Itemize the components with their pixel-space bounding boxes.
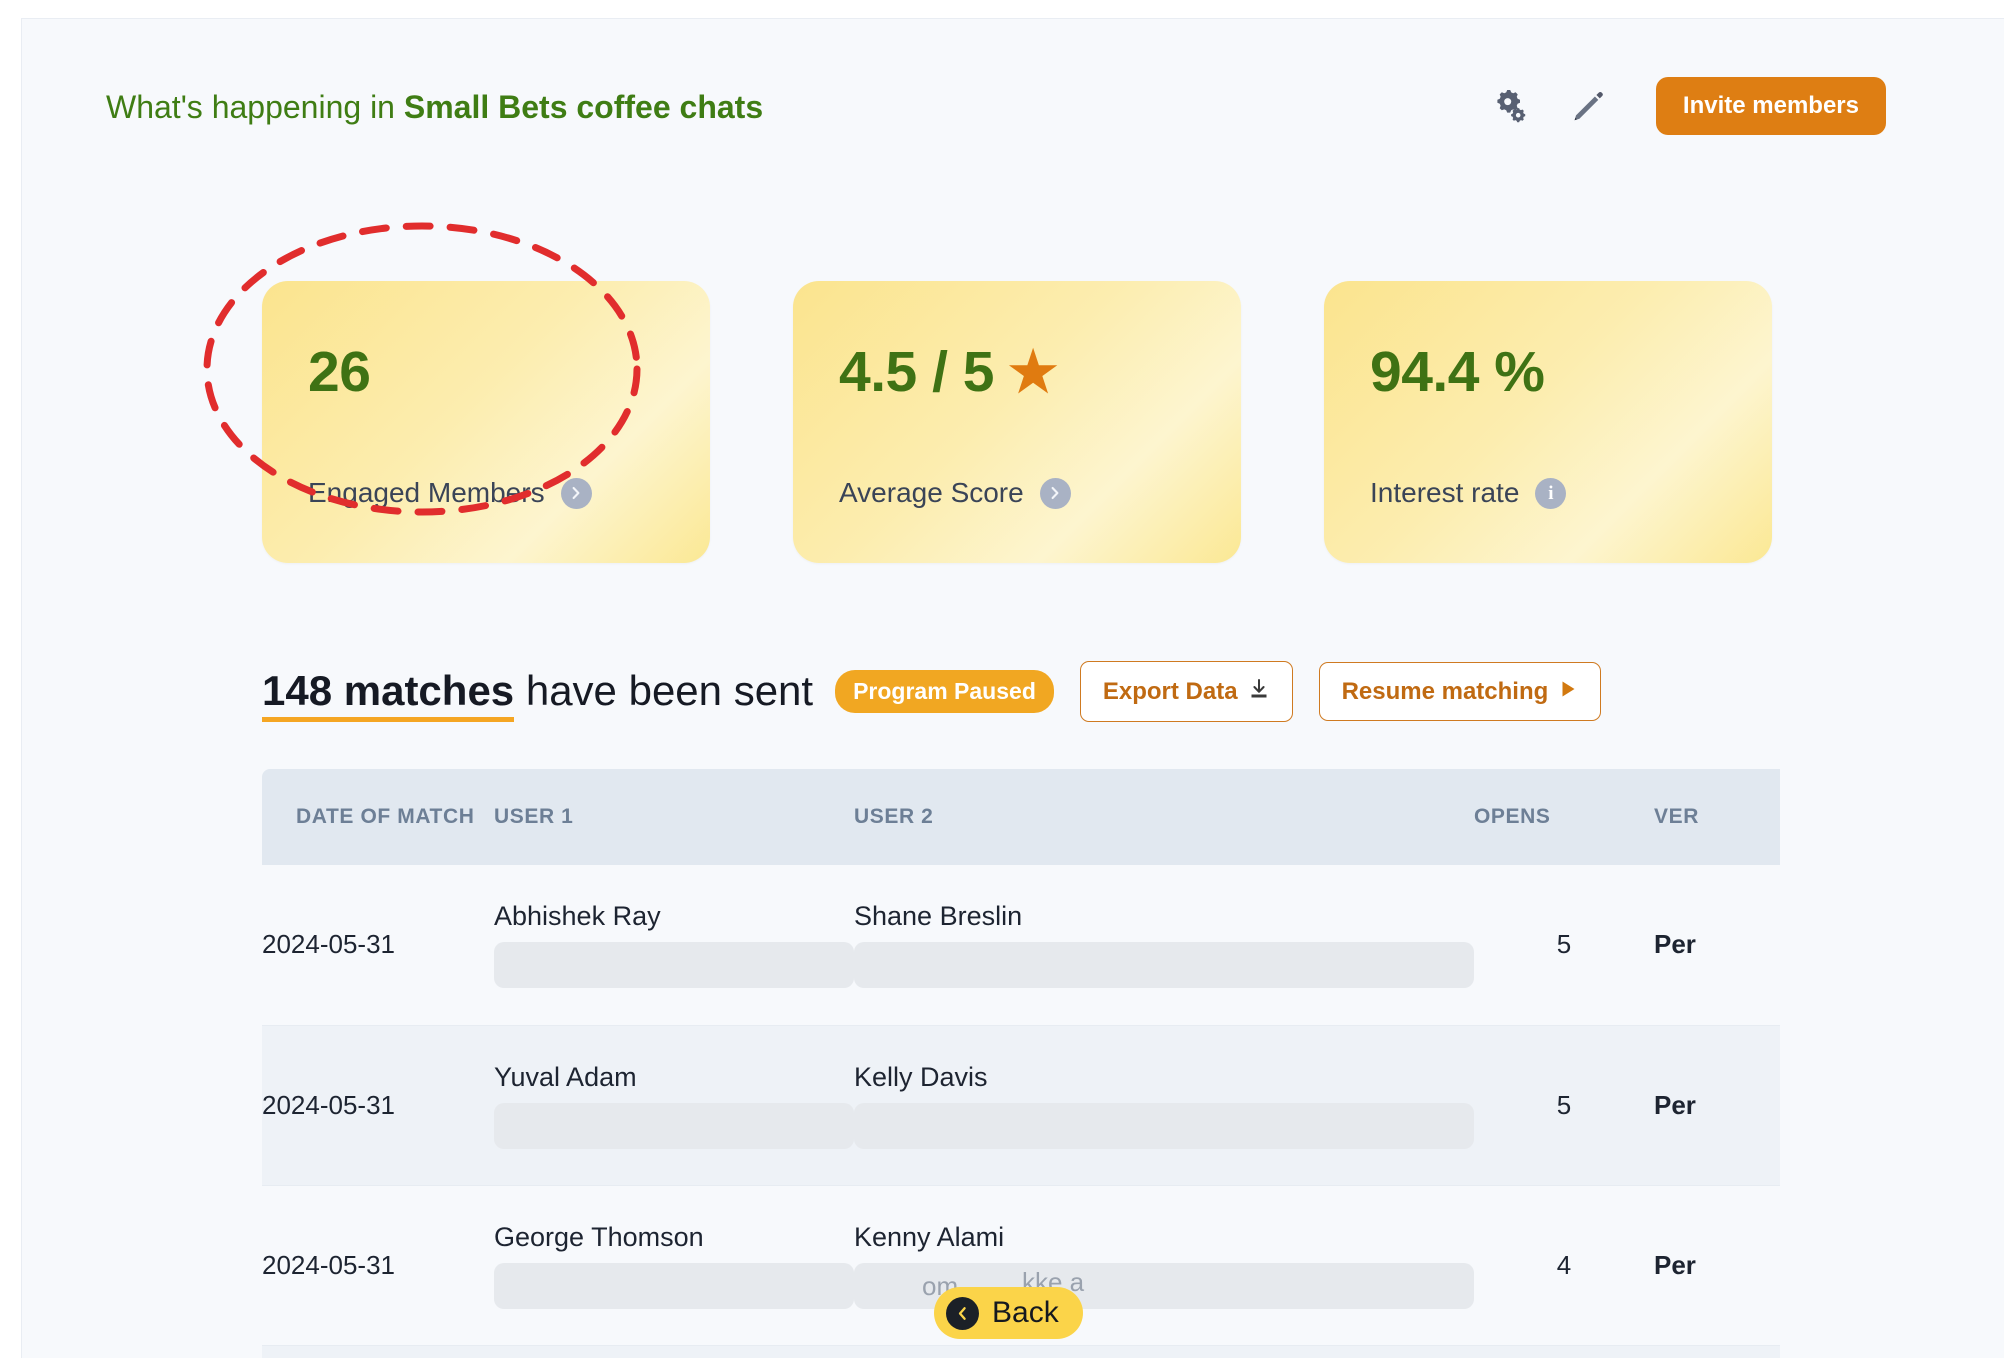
export-data-label: Export Data <box>1102 677 1238 705</box>
cell-opens: 4 <box>1556 1249 1572 1280</box>
user1-redacted-bar <box>494 1102 854 1149</box>
cell-status: Per <box>1654 1089 1696 1120</box>
column-header-opens[interactable]: OPENS <box>1474 769 1654 865</box>
stat-card-interest-rate[interactable]: 94.4 % Interest rate i <box>1324 281 1772 563</box>
user2-name: Kenny Alami <box>854 1221 1005 1252</box>
export-data-button[interactable]: Export Data <box>1079 661 1293 722</box>
stat-value: 26 <box>308 339 371 405</box>
user2-name: Shane Breslin <box>854 901 1023 932</box>
status-badge: Program Paused <box>835 670 1054 713</box>
stat-label-row: Engaged Members <box>308 477 592 509</box>
stat-value: 94.4 % <box>1370 339 1545 405</box>
cell-status: Per <box>1654 1249 1696 1280</box>
cell-user2: Kelly Davis <box>854 1025 1474 1185</box>
info-circle-icon[interactable]: i <box>1535 477 1567 509</box>
cell-user1: George Thomson <box>494 1185 854 1345</box>
invite-members-button[interactable]: Invite members <box>1655 77 1886 135</box>
gears-icon[interactable] <box>1488 84 1532 128</box>
stat-label-row: Average Score <box>839 477 1071 509</box>
user1-name: Yuval Adam <box>494 1061 637 1092</box>
cell-user1 <box>494 1345 854 1358</box>
chevron-left-circle-icon <box>946 1296 979 1330</box>
cell-user1: Yuval Adam <box>494 1025 854 1185</box>
stat-cards: 26 Engaged Members 4.5 / 5 ★ Average Sco… <box>262 281 1772 563</box>
cell-user1: Abhishek Ray <box>494 865 854 1025</box>
cell-user2 <box>854 1345 1474 1358</box>
cell-date: 2024-05-31 <box>262 929 395 960</box>
stat-label-text: Engaged Members <box>308 477 545 508</box>
play-icon <box>1558 679 1578 704</box>
user2-name: Kelly Davis <box>854 1061 988 1092</box>
matches-table-container[interactable]: DATE OF MATCH USER 1 USER 2 OPENS VER 20… <box>262 769 1780 1358</box>
stat-card-average-score[interactable]: 4.5 / 5 ★ Average Score <box>793 281 1241 563</box>
user1-name: Abhishek Ray <box>494 901 661 932</box>
stat-number: 94.4 % <box>1370 340 1545 404</box>
matches-table: DATE OF MATCH USER 1 USER 2 OPENS VER 20… <box>262 769 1780 1358</box>
matches-summary-row: 148 matches have been sent Program Pause… <box>262 661 1602 723</box>
stat-label-text: Interest rate <box>1370 477 1520 508</box>
cell-date: 2024-05-31 <box>262 1089 395 1120</box>
stat-label-text: Average Score <box>839 477 1024 508</box>
user2-redacted-bar <box>854 942 1474 989</box>
back-button[interactable]: Back <box>934 1287 1083 1339</box>
star-icon: ★ <box>1007 340 1058 403</box>
stat-card-engaged-members[interactable]: 26 Engaged Members <box>262 281 710 563</box>
stat-number: 4.5 / 5 <box>839 340 994 404</box>
cell-opens <box>1474 1345 1654 1358</box>
table-header-row: DATE OF MATCH USER 1 USER 2 OPENS VER <box>262 769 1780 865</box>
matches-sentence: 148 matches have been sent <box>262 665 814 723</box>
page-title-group-name: Small Bets coffee chats <box>403 89 764 125</box>
resume-matching-label: Resume matching <box>1341 677 1549 705</box>
page-title: What's happening in Small Bets coffee ch… <box>106 89 763 126</box>
resume-matching-button[interactable]: Resume matching <box>1318 662 1602 721</box>
chevron-right-circle-icon[interactable] <box>560 477 592 509</box>
stat-number: 26 <box>308 340 371 404</box>
pencil-icon[interactable] <box>1566 84 1610 128</box>
matches-count: 148 matches <box>262 667 515 723</box>
table-row[interactable]: 2024-05-31 Abhishek Ray Shane Breslin 5 … <box>262 865 1780 1025</box>
column-header-verified[interactable]: VER <box>1654 769 1780 865</box>
user1-name: George Thomson <box>494 1221 704 1252</box>
header-actions: Invite members <box>1488 77 1886 135</box>
column-header-user2[interactable]: USER 2 <box>854 769 1474 865</box>
table-body: 2024-05-31 Abhishek Ray Shane Breslin 5 … <box>262 865 1780 1358</box>
cell-opens: 5 <box>1556 1089 1572 1120</box>
table-row[interactable] <box>262 1345 1780 1358</box>
cell-status <box>1654 1345 1780 1358</box>
page-title-prefix: What's happening in <box>106 89 404 125</box>
cell-status: Per <box>1654 929 1696 960</box>
user1-redacted-bar <box>494 1262 854 1309</box>
back-label: Back <box>992 1296 1059 1329</box>
cell-date: 2024-05-31 <box>262 1249 395 1280</box>
column-header-date[interactable]: DATE OF MATCH <box>262 769 494 865</box>
table-row[interactable]: 2024-05-31 Yuval Adam Kelly Davis 5 Per <box>262 1025 1780 1185</box>
cell-date <box>262 1345 494 1358</box>
table-head: DATE OF MATCH USER 1 USER 2 OPENS VER <box>262 769 1780 865</box>
cell-user2: Shane Breslin <box>854 865 1474 1025</box>
cell-opens: 5 <box>1556 929 1572 960</box>
info-glyph: i <box>1548 482 1554 504</box>
user1-redacted-bar <box>494 942 854 989</box>
page-header: What's happening in Small Bets coffee ch… <box>22 19 2004 159</box>
chevron-right-circle-icon[interactable] <box>1039 477 1071 509</box>
column-header-user1[interactable]: USER 1 <box>494 769 854 865</box>
stat-value: 4.5 / 5 ★ <box>839 339 1058 405</box>
dashboard-page: What's happening in Small Bets coffee ch… <box>21 18 2004 1358</box>
user2-redacted-bar <box>854 1102 1474 1149</box>
stat-label-row: Interest rate i <box>1370 477 1567 509</box>
download-icon <box>1248 678 1270 705</box>
matches-suffix: have been sent <box>514 667 814 715</box>
